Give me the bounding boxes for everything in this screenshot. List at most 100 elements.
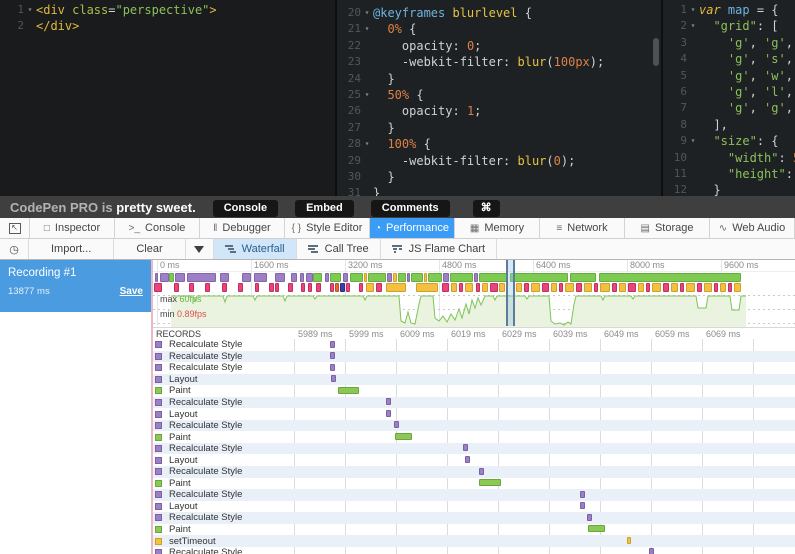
record-waterfall-bar[interactable] xyxy=(338,386,359,394)
code-line[interactable]: 4 'g', 's', 'g xyxy=(663,51,795,67)
record-row[interactable]: Recalculate Style xyxy=(153,396,795,409)
save-recording-link[interactable]: Save xyxy=(120,286,143,297)
tab-memory[interactable]: ▦ Memory xyxy=(455,218,540,238)
record-row[interactable]: Recalculate Style xyxy=(153,442,795,455)
code-line[interactable]: 30 } xyxy=(337,169,661,185)
code-line[interactable]: 5 'g', 'w', 'g xyxy=(663,68,795,84)
record-waterfall-bar[interactable] xyxy=(588,525,605,533)
code-line[interactable]: 3 'g', 'g', 'g xyxy=(663,35,795,51)
record-waterfall-bar[interactable] xyxy=(463,444,468,452)
codepen-comments-button[interactable]: Comments xyxy=(370,199,450,217)
code-line[interactable]: 1 ▾ <div class = "perspective" > xyxy=(0,2,335,18)
record-row[interactable]: Layout xyxy=(153,373,795,386)
editor-pane-css[interactable]: 20 ▾ @keyframes blurlevel {21 ▾ 0% {22 opac… xyxy=(337,0,663,196)
record-row[interactable]: Recalculate Style xyxy=(153,489,795,501)
codepen-console-button[interactable]: Console xyxy=(212,199,279,217)
fold-arrow-icon[interactable]: ▾ xyxy=(361,87,373,103)
record-row[interactable]: Paint xyxy=(153,478,795,490)
editor-scrollbar[interactable] xyxy=(653,38,659,66)
fold-arrow-icon[interactable]: ▾ xyxy=(24,2,36,18)
filter-button[interactable] xyxy=(186,239,214,259)
code-line[interactable]: 29 -webkit-filter: blur(0); xyxy=(337,153,661,169)
code-line[interactable]: 6 'g', 'l', 'g xyxy=(663,84,795,100)
code-line[interactable]: 10 "width": 5, xyxy=(663,150,795,166)
record-waterfall-bar[interactable] xyxy=(395,432,412,440)
record-row[interactable]: setTimeout xyxy=(153,535,795,547)
code-line[interactable]: 9 ▾ "size": { xyxy=(663,133,795,149)
record-waterfall-bar[interactable] xyxy=(627,536,631,544)
record-row[interactable]: Recalculate Style xyxy=(153,547,795,554)
record-waterfall-bar[interactable] xyxy=(386,409,391,417)
code-line[interactable]: 1 ▾ var map = { xyxy=(663,2,795,18)
code-line[interactable]: 12 } xyxy=(663,182,795,196)
record-row[interactable]: Paint xyxy=(153,431,795,443)
code-line[interactable]: 31} xyxy=(337,185,661,196)
fold-arrow-icon[interactable]: ▾ xyxy=(361,5,373,21)
view-tab-waterfall[interactable]: Waterfall xyxy=(213,239,297,259)
fold-arrow-icon[interactable]: ▾ xyxy=(687,2,699,18)
overview-markers-row[interactable] xyxy=(153,272,795,282)
recording-list-item[interactable]: Recording #1 13877 ms Save xyxy=(0,260,151,312)
record-row[interactable]: Recalculate Style xyxy=(153,362,795,374)
tab-style-editor[interactable]: { } Style Editor xyxy=(285,218,370,238)
code-line[interactable]: 11 "height": 5 xyxy=(663,166,795,182)
tab-debugger[interactable]: ‖ Debugger xyxy=(200,218,285,238)
record-waterfall-bar[interactable] xyxy=(330,340,335,348)
editor-pane-html[interactable]: 1 ▾ <div class = "perspective" >2 </div> xyxy=(0,0,337,196)
fold-arrow-icon[interactable]: ▾ xyxy=(361,21,373,37)
code-line[interactable]: 7 'g', 'g', 'g xyxy=(663,100,795,116)
record-row[interactable]: Paint xyxy=(153,385,795,397)
code-line[interactable]: 28 ▾ 100% { xyxy=(337,136,661,152)
editor-pane-js[interactable]: 1▾var map = {2▾ "grid": [3 'g', 'g', 'g4… xyxy=(663,0,795,196)
record-row[interactable]: Recalculate Style xyxy=(153,339,795,351)
record-row[interactable]: Layout xyxy=(153,501,795,513)
record-waterfall-bar[interactable] xyxy=(580,490,585,498)
record-row[interactable]: Recalculate Style xyxy=(153,512,795,524)
record-waterfall-bar[interactable] xyxy=(580,502,585,510)
code-line[interactable]: 8 ], xyxy=(663,117,795,133)
record-row[interactable]: Paint xyxy=(153,524,795,536)
fold-arrow-icon[interactable]: ▾ xyxy=(687,18,699,34)
view-tab-calltree[interactable]: Call Tree xyxy=(297,239,381,259)
tab-inspector[interactable]: □ Inspector xyxy=(30,218,115,238)
record-waterfall-bar[interactable] xyxy=(587,513,592,521)
code-line[interactable]: 2 </div> xyxy=(0,18,335,34)
record-row[interactable]: Recalculate Style xyxy=(153,350,795,363)
tab-performance[interactable]: ◔ Performance xyxy=(370,218,455,238)
record-waterfall-bar[interactable] xyxy=(330,352,335,360)
code-line[interactable]: 21 ▾ 0% { xyxy=(337,21,661,37)
clear-button[interactable]: Clear xyxy=(114,239,186,259)
code-line[interactable]: 2 ▾ "grid": [ xyxy=(663,18,795,34)
code-line[interactable]: 26 opacity: 1; xyxy=(337,103,661,119)
timeline-selection-band[interactable] xyxy=(506,260,515,326)
fps-graph[interactable]: max 60fps min 0.89fps xyxy=(153,292,795,328)
record-performance-button[interactable]: ◷ xyxy=(0,239,29,259)
record-row[interactable]: Recalculate Style xyxy=(153,419,795,432)
record-row[interactable]: Layout xyxy=(153,454,795,466)
record-waterfall-bar[interactable] xyxy=(465,455,470,463)
code-line[interactable]: 25 ▾ 50% { xyxy=(337,87,661,103)
record-waterfall-bar[interactable] xyxy=(330,363,335,371)
view-tab-flame[interactable]: JS Flame Chart xyxy=(381,239,498,259)
tab-web-audio[interactable]: ∿ Web Audio xyxy=(710,218,795,238)
record-waterfall-bar[interactable] xyxy=(479,467,484,475)
fold-arrow-icon[interactable]: ▾ xyxy=(361,136,373,152)
tab-storage[interactable]: ▤ Storage xyxy=(625,218,710,238)
pick-element-button[interactable]: ↖ xyxy=(0,218,30,238)
code-line[interactable]: 24 } xyxy=(337,71,661,87)
code-line[interactable]: 27 } xyxy=(337,120,661,136)
record-row[interactable]: Layout xyxy=(153,408,795,420)
code-line[interactable]: 20 ▾ @keyframes blurlevel { xyxy=(337,5,661,21)
codepen-shortcuts-button[interactable]: ⌘ xyxy=(472,199,500,217)
record-row[interactable]: Recalculate Style xyxy=(153,466,795,478)
code-line[interactable]: 23 -webkit-filter: blur(100px); xyxy=(337,54,661,70)
overview-events-row[interactable] xyxy=(153,282,795,292)
tab-console[interactable]: >_ Console xyxy=(115,218,200,238)
record-waterfall-bar[interactable] xyxy=(649,548,654,554)
fold-arrow-icon[interactable]: ▾ xyxy=(687,133,699,149)
tab-network[interactable]: ≡ Network xyxy=(540,218,625,238)
record-waterfall-bar[interactable] xyxy=(394,421,399,429)
code-line[interactable]: 22 opacity: 0; xyxy=(337,38,661,54)
overview-ruler[interactable]: 0 ms 1600 ms 3200 ms 4800 ms 6400 ms 8000 ms 9… xyxy=(153,260,795,326)
record-waterfall-bar[interactable] xyxy=(479,479,501,487)
